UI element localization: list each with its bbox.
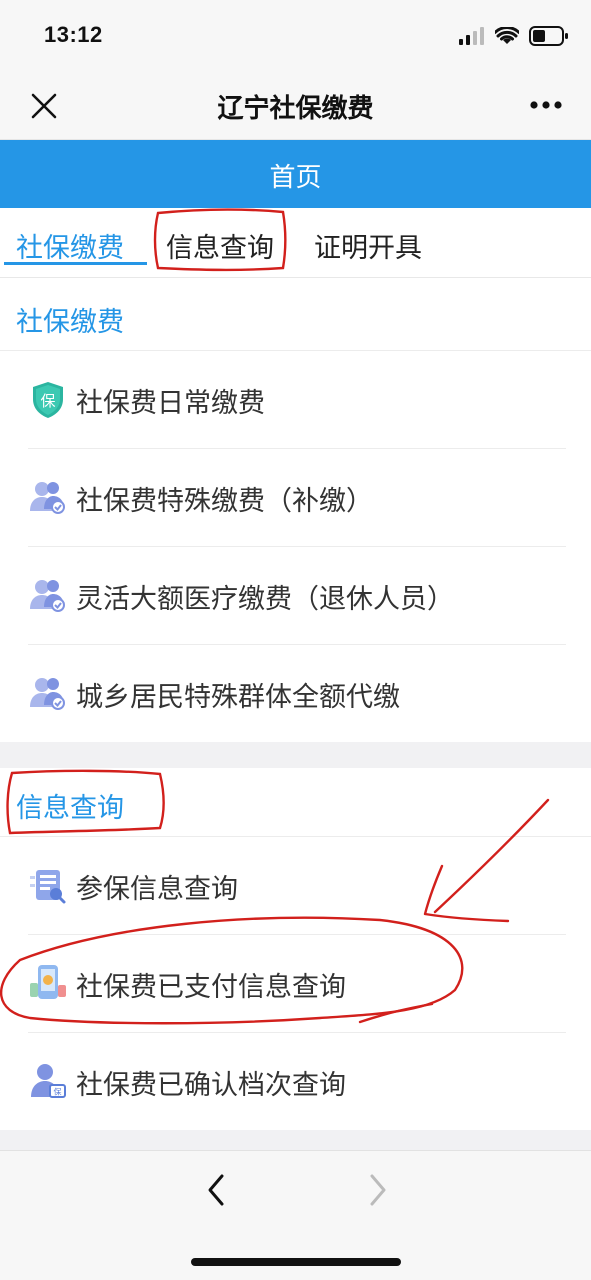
section-separator bbox=[0, 1130, 591, 1150]
svg-text:保: 保 bbox=[40, 392, 55, 410]
svg-text:保: 保 bbox=[54, 1087, 62, 1097]
list-item-flexible-medical[interactable]: 灵活大额医疗缴费（退休人员） bbox=[0, 547, 591, 643]
list-item-label: 社保费已支付信息查询 bbox=[76, 972, 346, 1003]
more-icon[interactable] bbox=[529, 100, 563, 110]
cellular-signal-icon bbox=[459, 27, 484, 45]
list-item-label: 参保信息查询 bbox=[76, 874, 238, 905]
shield-icon: 保 bbox=[33, 382, 63, 418]
list-item-paid-info[interactable]: 社保费已支付信息查询 bbox=[0, 935, 591, 1031]
back-arrow-icon[interactable] bbox=[202, 1173, 232, 1207]
people-icon bbox=[30, 580, 65, 612]
list-item-label: 城乡居民特殊群体全额代缴 bbox=[76, 682, 400, 713]
list-item-daily-payment[interactable]: 保 社保费日常缴费 bbox=[0, 351, 591, 447]
list-item-label: 社保费已确认档次查询 bbox=[76, 1070, 346, 1101]
section-title-payment: 社保缴费 bbox=[16, 307, 124, 338]
section-title-info-query: 信息查询 bbox=[16, 793, 124, 824]
section-separator bbox=[0, 742, 591, 768]
home-indicator bbox=[191, 1258, 401, 1266]
forward-arrow-icon[interactable] bbox=[362, 1173, 392, 1207]
list-item-confirmed-grade[interactable]: 保 社保费已确认档次查询 bbox=[0, 1033, 591, 1129]
people-icon bbox=[30, 482, 65, 514]
nav-bar: 辽宁社保缴费 bbox=[0, 70, 591, 140]
active-tab-indicator bbox=[4, 262, 147, 265]
home-header-title: 首页 bbox=[269, 163, 322, 193]
status-time: 13:12 bbox=[44, 22, 103, 47]
document-icon bbox=[30, 870, 66, 904]
list-item-label: 灵活大额医疗缴费（退休人员） bbox=[76, 584, 454, 615]
home-header: 首页 bbox=[0, 140, 591, 208]
status-icons bbox=[459, 26, 569, 46]
tab-info-query[interactable]: 信息查询 bbox=[166, 226, 274, 265]
tab-bar: 社保缴费 信息查询 证明开具 bbox=[0, 208, 591, 278]
person-card-icon: 保 bbox=[31, 1064, 66, 1098]
list-item-label: 社保费日常缴费 bbox=[76, 388, 265, 419]
battery-icon bbox=[529, 26, 568, 46]
page-title: 辽宁社保缴费 bbox=[217, 94, 374, 124]
list-item-insurance-info[interactable]: 参保信息查询 bbox=[0, 837, 591, 933]
list-item-label: 社保费特殊缴费（补缴） bbox=[76, 486, 373, 517]
status-bar: 13:12 bbox=[0, 0, 591, 70]
list-item-special-payment[interactable]: 社保费特殊缴费（补缴） bbox=[0, 449, 591, 545]
people-icon bbox=[30, 678, 65, 710]
tab-social-payment[interactable]: 社保缴费 bbox=[16, 226, 124, 265]
list-item-rural-residents[interactable]: 城乡居民特殊群体全额代缴 bbox=[0, 645, 591, 741]
tab-certificate[interactable]: 证明开具 bbox=[314, 226, 422, 265]
wifi-icon bbox=[495, 27, 519, 44]
phone-payment-icon bbox=[30, 965, 66, 999]
